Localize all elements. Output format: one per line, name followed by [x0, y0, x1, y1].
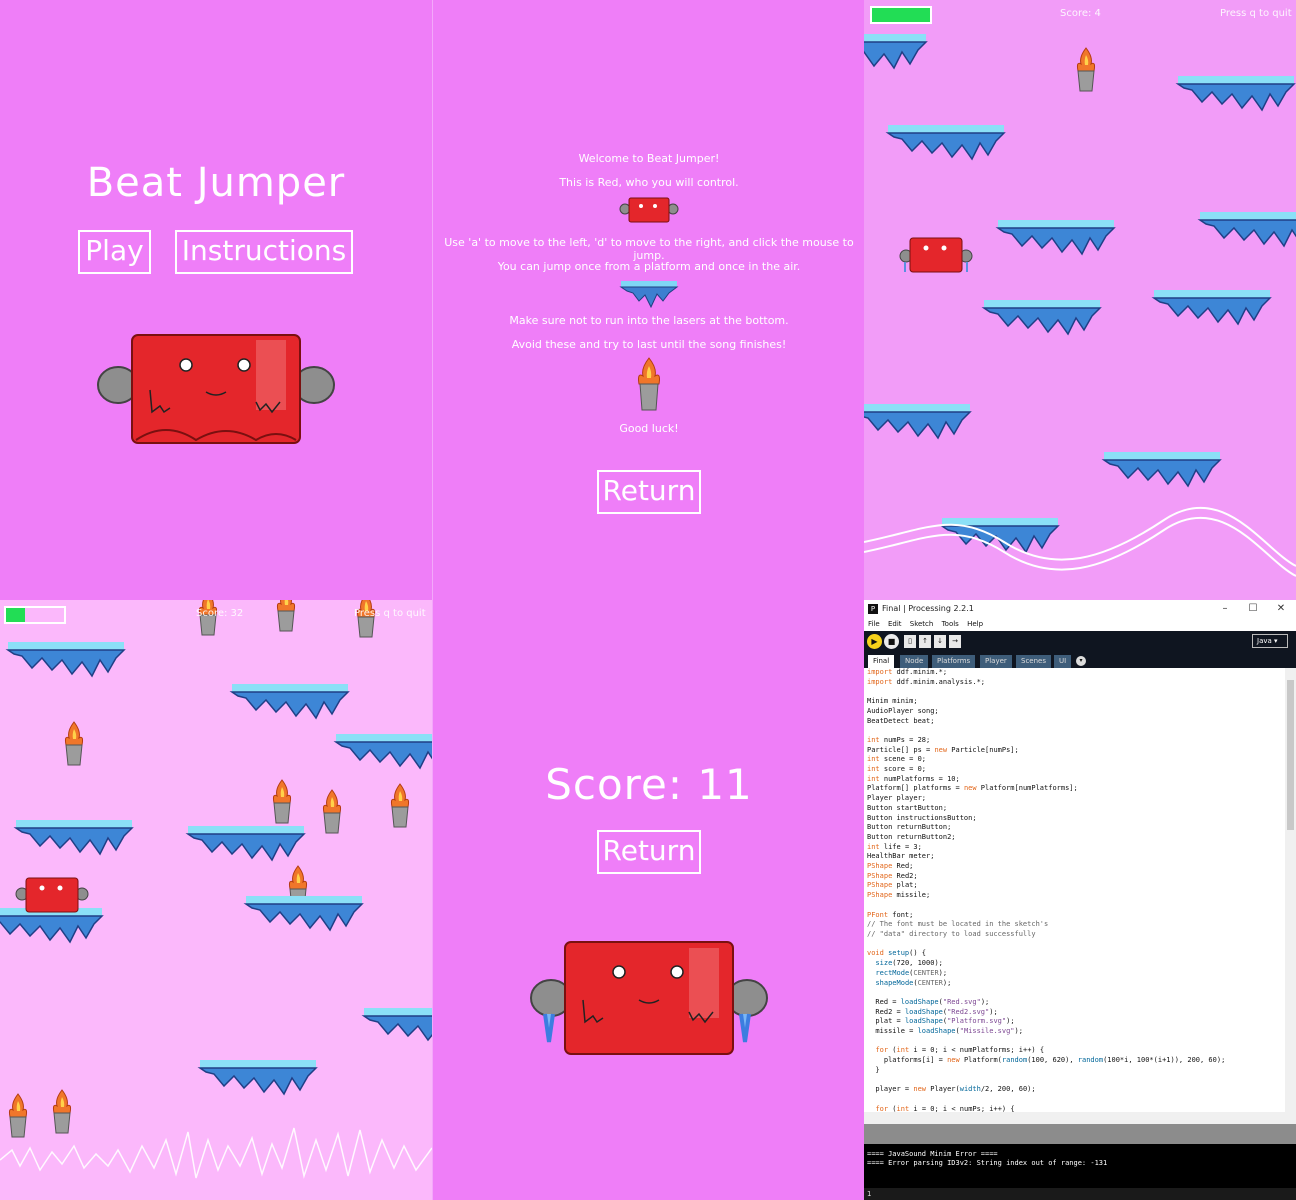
vertical-scrollbar[interactable] [1285, 668, 1296, 1124]
instruction-line-5: Make sure not to run into the lasers at … [509, 314, 789, 327]
game-screen-1: Score: 4 Press q to quit [864, 0, 1296, 600]
mode-selector[interactable]: Java ▾ [1252, 634, 1288, 648]
tab-node[interactable]: Node [900, 655, 929, 668]
return-button[interactable]: Return [597, 830, 701, 874]
platform [997, 219, 1115, 255]
console-line: ==== Error parsing ID3v2: String index o… [867, 1159, 1108, 1167]
menu-bar: File Edit Sketch Tools Help [864, 618, 1296, 631]
processing-app-icon: P [868, 604, 878, 614]
title-screen: Beat Jumper Play Instructions [0, 0, 432, 600]
platform [864, 33, 927, 69]
window-titlebar: P Final | Processing 2.2.1 – ☐ ✕ [864, 600, 1296, 618]
toolbar: ▶ ■ ▯ ↑ ↓ → Java ▾ [864, 631, 1296, 653]
stop-icon[interactable]: ■ [884, 634, 899, 649]
red-character [899, 237, 973, 273]
tab-final[interactable]: Final [868, 655, 895, 668]
instructions-screen: Welcome to Beat Jumper! This is Red, who… [432, 0, 864, 600]
console-output: ==== JavaSound Minim Error ==== ==== Erro… [864, 1144, 1296, 1188]
missile-icon [638, 357, 660, 411]
red-character-icon [619, 197, 679, 223]
save-icon[interactable]: ↓ [934, 635, 946, 648]
game-field-1 [864, 33, 1296, 577]
menu-file[interactable]: File [868, 620, 880, 628]
platform [363, 1007, 432, 1043]
menu-tools[interactable]: Tools [942, 620, 959, 628]
mode-label: Java [1257, 637, 1272, 645]
missile [276, 600, 296, 632]
missile [64, 721, 84, 766]
instruction-line-1: Welcome to Beat Jumper! [578, 152, 720, 165]
play-button[interactable]: Play [78, 230, 151, 274]
platform [245, 895, 363, 931]
window-title: Final | Processing 2.2.1 [882, 604, 974, 613]
open-icon[interactable]: ↑ [919, 635, 931, 648]
instruction-line-4: You can jump once from a platform and on… [497, 260, 801, 273]
instruction-line-3: Use 'a' to move to the left, 'd' to move… [444, 236, 854, 262]
processing-ide-window: P Final | Processing 2.2.1 – ☐ ✕ File Ed… [864, 600, 1296, 1200]
platform-icon [619, 281, 679, 309]
code-editor[interactable]: import ddf.minim.*; import ddf.minim.ana… [864, 668, 1285, 1124]
platform [983, 299, 1101, 335]
game-title: Beat Jumper [86, 160, 346, 206]
tab-menu-icon[interactable]: ▾ [1076, 656, 1086, 666]
missile [52, 1089, 72, 1134]
platform [335, 733, 432, 769]
health-bar [4, 606, 66, 624]
line-number-indicator: 1 [864, 1188, 1296, 1200]
menu-help[interactable]: Help [967, 620, 983, 628]
platform [1103, 451, 1221, 487]
sketch-tabs: Final Node Platforms Player Scenes UI ▾ [864, 653, 1296, 668]
code-text: import ddf.minim.*; import ddf.minim.ana… [867, 668, 1226, 1113]
maximize-icon[interactable]: ☐ [1242, 600, 1264, 618]
instructions-button[interactable]: Instructions [175, 230, 353, 274]
export-icon[interactable]: → [949, 635, 961, 648]
score-screen: Score: 11 Return [432, 600, 864, 1200]
platform [1177, 75, 1295, 111]
instruction-line-7: Good luck! [619, 422, 679, 435]
platform [1199, 211, 1296, 247]
menu-edit[interactable]: Edit [888, 620, 902, 628]
red-character-icon [530, 941, 768, 1055]
missile [390, 783, 410, 828]
missile [1076, 47, 1096, 92]
quit-hint: Press q to quit [354, 608, 426, 619]
red-character-icon [97, 334, 335, 444]
return-button[interactable]: Return [597, 470, 701, 514]
missile [322, 789, 342, 834]
tab-platforms[interactable]: Platforms [932, 655, 976, 668]
run-icon[interactable]: ▶ [867, 634, 882, 649]
new-icon[interactable]: ▯ [904, 635, 916, 648]
menu-sketch[interactable]: Sketch [910, 620, 934, 628]
console-line: ==== JavaSound Minim Error ==== [867, 1150, 998, 1158]
platform [864, 403, 971, 439]
missile [8, 1093, 28, 1138]
red-character [15, 877, 89, 913]
game-screen-2: Score: 32 Press q to quit [0, 600, 432, 1200]
platform [199, 1059, 317, 1095]
platform [231, 683, 349, 719]
minimize-icon[interactable]: – [1214, 600, 1236, 618]
status-bar [864, 1124, 1296, 1144]
horizontal-scrollbar[interactable] [864, 1112, 1285, 1124]
final-score: Score: 11 [545, 760, 753, 809]
platform [15, 819, 133, 855]
tab-player[interactable]: Player [980, 655, 1012, 668]
missile [272, 779, 292, 824]
instruction-line-2: This is Red, who you will control. [559, 176, 739, 189]
game-field-2 [0, 600, 432, 1179]
platform [887, 124, 1005, 160]
platform [1153, 289, 1271, 325]
platform [7, 641, 125, 677]
score-label: Score: 32 [196, 608, 244, 619]
tab-ui[interactable]: UI [1054, 655, 1072, 668]
instruction-line-6: Avoid these and try to last until the so… [511, 338, 787, 351]
platform [0, 907, 103, 943]
platform [187, 825, 305, 861]
tab-scenes[interactable]: Scenes [1016, 655, 1051, 668]
close-icon[interactable]: ✕ [1270, 600, 1292, 618]
